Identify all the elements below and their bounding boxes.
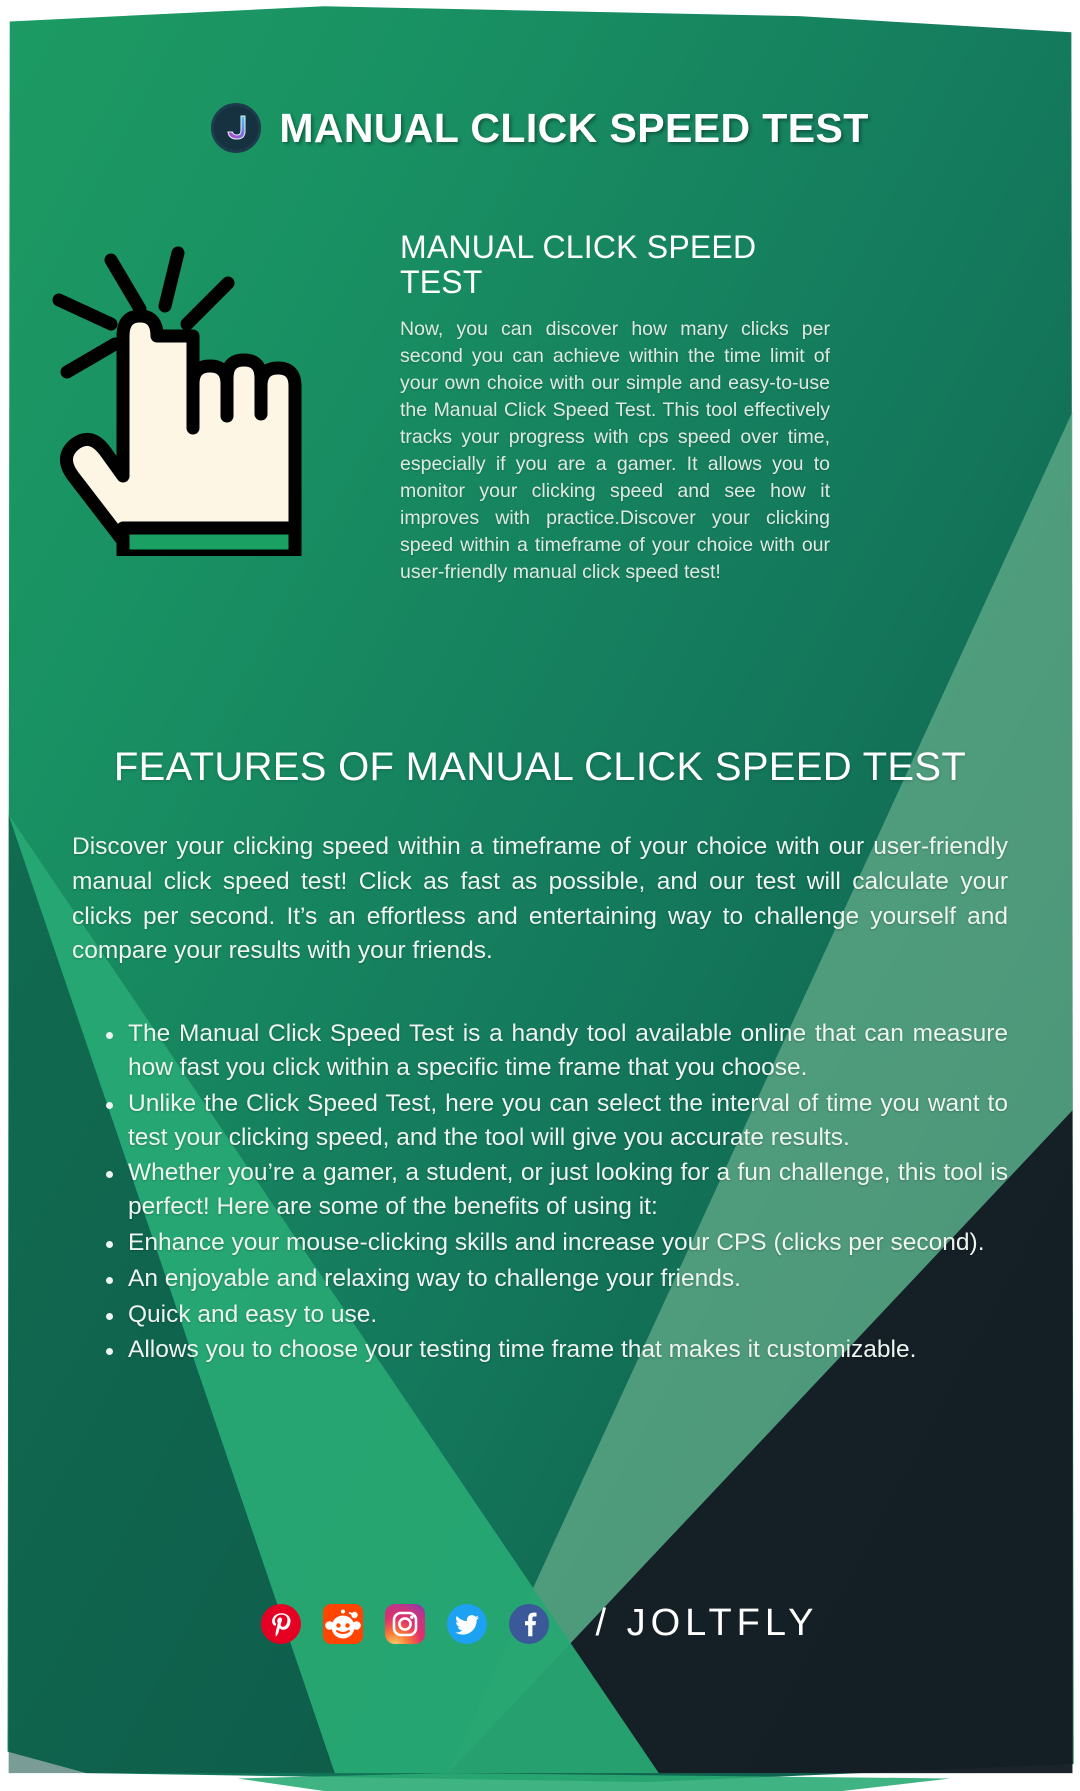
features-intro-paragraph: Discover your clicking speed within a ti…: [72, 833, 1008, 965]
clicking-hand-cursor-icon: [0, 230, 400, 556]
list-item: An enjoyable and relaxing way to challen…: [106, 1262, 1008, 1296]
reddit-icon[interactable]: [323, 1603, 364, 1644]
page-header: MANUAL CLICK SPEED TEST: [0, 103, 1080, 153]
intro-paragraph: Now, you can discover how many clicks pe…: [400, 318, 830, 583]
list-item: Enhance your mouse-clicking skills and i…: [106, 1226, 1008, 1260]
features-section: FEATURES OF MANUAL CLICK SPEED TEST Disc…: [0, 745, 1080, 1369]
footer-bar: / JOLTFLY: [0, 1602, 1080, 1645]
features-bullet-list: The Manual Click Speed Test is a handy t…: [98, 1017, 1008, 1367]
page-title: MANUAL CLICK SPEED TEST: [279, 104, 869, 151]
intro-heading: MANUAL CLICK SPEED TEST: [400, 229, 757, 301]
brand-name: / JOLTFLY: [595, 1602, 819, 1644]
list-item: Allows you to choose your testing time f…: [106, 1333, 1008, 1367]
pinterest-icon[interactable]: [261, 1603, 302, 1644]
features-heading: FEATURES OF MANUAL CLICK SPEED TEST: [113, 745, 967, 789]
twitter-icon[interactable]: [447, 1603, 488, 1644]
intro-text-block: MANUAL CLICK SPEED TEST Now, you can dis…: [400, 229, 830, 585]
list-item: Quick and easy to use.: [106, 1298, 1008, 1332]
instagram-icon[interactable]: [385, 1603, 426, 1644]
list-item: Whether you’re a gamer, a student, or ju…: [106, 1156, 1008, 1224]
poster-canvas: MANUAL CLICK SPEED TEST MANUAL CLICK SPE…: [0, 0, 1080, 1791]
intro-section: MANUAL CLICK SPEED TEST Now, you can dis…: [0, 229, 1080, 585]
joltfly-j-logo-icon: [211, 103, 262, 153]
facebook-icon[interactable]: [509, 1603, 550, 1644]
list-item: The Manual Click Speed Test is a handy t…: [106, 1017, 1008, 1085]
list-item: Unlike the Click Speed Test, here you ca…: [106, 1087, 1008, 1155]
